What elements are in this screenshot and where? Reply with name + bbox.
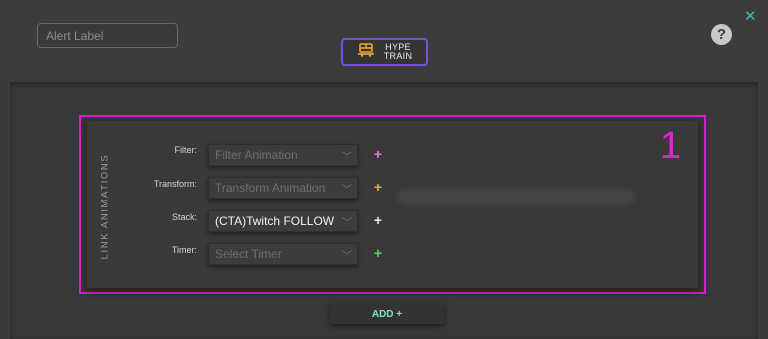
app-root: HYPE TRAIN ? ✕ LINK ANIMATIONS Filter: F…: [0, 0, 768, 339]
add-timer-plus[interactable]: +: [372, 245, 384, 261]
timer-label: Timer:: [171, 245, 197, 255]
chevron-down-icon: ﹀: [342, 217, 352, 229]
transform-select-value: Transform Animation: [215, 181, 326, 195]
add-transform-plus[interactable]: +: [372, 179, 384, 195]
link-animations-card: LINK ANIMATIONS Filter: Filter Animation…: [87, 121, 698, 288]
alert-label-input[interactable]: [37, 23, 178, 48]
stack-label: Stack:: [171, 212, 197, 222]
filter-select-value: Filter Animation: [215, 148, 298, 162]
help-icon[interactable]: ?: [711, 24, 732, 45]
add-stack-plus[interactable]: +: [372, 212, 384, 228]
chevron-down-icon: ﹀: [342, 184, 352, 196]
chevron-down-icon: ﹀: [342, 151, 352, 163]
header: HYPE TRAIN ? ✕: [0, 0, 768, 80]
transform-label: Transform:: [153, 179, 197, 189]
hype-train-button[interactable]: HYPE TRAIN: [341, 38, 428, 66]
timer-select-value: Select Timer: [215, 247, 282, 261]
link-animations-panel: LINK ANIMATIONS Filter: Filter Animation…: [79, 115, 706, 294]
panel-number-badge: 1: [660, 125, 682, 167]
close-icon[interactable]: ✕: [744, 9, 757, 24]
add-filter-plus[interactable]: +: [372, 146, 384, 162]
train-icon: [357, 42, 375, 62]
hype-train-label: HYPE TRAIN: [383, 42, 413, 61]
link-animations-title: LINK ANIMATIONS: [99, 153, 111, 259]
stack-select-value: (CTA)Twitch FOLLOW: [215, 214, 335, 228]
timer-select[interactable]: Select Timer ﹀: [208, 243, 358, 265]
filter-label: Filter:: [174, 145, 198, 155]
blurred-preview: [397, 189, 635, 205]
add-button[interactable]: ADD +: [330, 304, 444, 324]
chevron-down-icon: ﹀: [342, 250, 352, 262]
filter-select[interactable]: Filter Animation ﹀: [208, 144, 358, 166]
stack-select[interactable]: (CTA)Twitch FOLLOW ﹀: [208, 210, 358, 232]
transform-select[interactable]: Transform Animation ﹀: [208, 177, 358, 199]
